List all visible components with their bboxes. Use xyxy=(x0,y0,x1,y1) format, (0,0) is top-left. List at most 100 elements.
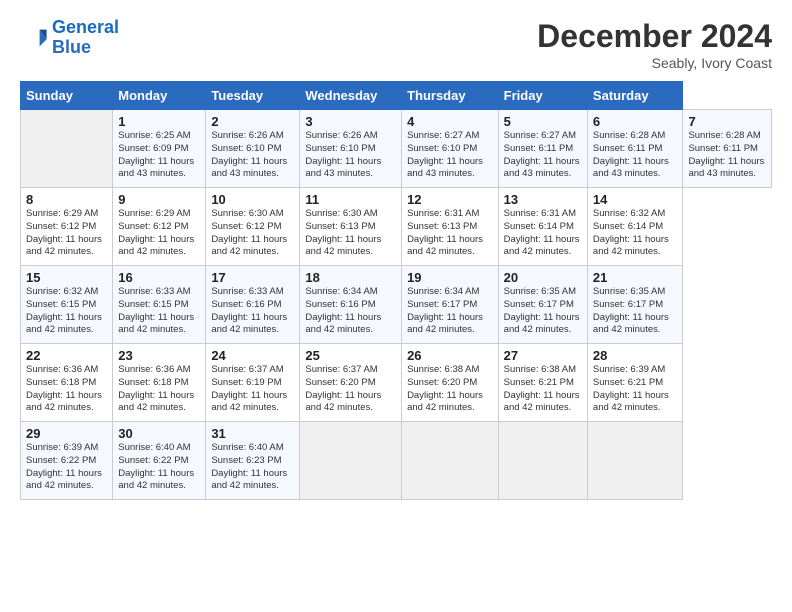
day-info: Sunrise: 6:26 AMSunset: 6:10 PMDaylight:… xyxy=(305,130,381,179)
week-row-1: 1Sunrise: 6:25 AMSunset: 6:09 PMDaylight… xyxy=(21,110,772,188)
calendar-cell xyxy=(498,422,587,500)
logo-icon xyxy=(20,24,48,52)
col-header-wednesday: Wednesday xyxy=(300,82,402,110)
col-header-tuesday: Tuesday xyxy=(206,82,300,110)
calendar-cell: 17Sunrise: 6:33 AMSunset: 6:16 PMDayligh… xyxy=(206,266,300,344)
week-row-2: 8Sunrise: 6:29 AMSunset: 6:12 PMDaylight… xyxy=(21,188,772,266)
calendar-cell: 9Sunrise: 6:29 AMSunset: 6:12 PMDaylight… xyxy=(113,188,206,266)
logo: General Blue xyxy=(20,18,119,58)
calendar-cell: 16Sunrise: 6:33 AMSunset: 6:15 PMDayligh… xyxy=(113,266,206,344)
day-number: 1 xyxy=(118,114,200,129)
col-header-saturday: Saturday xyxy=(587,82,683,110)
day-number: 11 xyxy=(305,192,396,207)
calendar-cell: 13Sunrise: 6:31 AMSunset: 6:14 PMDayligh… xyxy=(498,188,587,266)
day-number: 24 xyxy=(211,348,294,363)
day-info: Sunrise: 6:28 AMSunset: 6:11 PMDaylight:… xyxy=(593,130,669,179)
col-header-sunday: Sunday xyxy=(21,82,113,110)
day-info: Sunrise: 6:26 AMSunset: 6:10 PMDaylight:… xyxy=(211,130,287,179)
calendar-cell: 5Sunrise: 6:27 AMSunset: 6:11 PMDaylight… xyxy=(498,110,587,188)
day-number: 30 xyxy=(118,426,200,441)
day-info: Sunrise: 6:36 AMSunset: 6:18 PMDaylight:… xyxy=(26,364,102,413)
day-number: 4 xyxy=(407,114,493,129)
col-header-monday: Monday xyxy=(113,82,206,110)
day-info: Sunrise: 6:31 AMSunset: 6:14 PMDaylight:… xyxy=(504,208,580,257)
day-info: Sunrise: 6:39 AMSunset: 6:22 PMDaylight:… xyxy=(26,442,102,491)
day-info: Sunrise: 6:34 AMSunset: 6:16 PMDaylight:… xyxy=(305,286,381,335)
calendar-cell: 15Sunrise: 6:32 AMSunset: 6:15 PMDayligh… xyxy=(21,266,113,344)
calendar-cell xyxy=(300,422,402,500)
day-number: 16 xyxy=(118,270,200,285)
header-row: SundayMondayTuesdayWednesdayThursdayFrid… xyxy=(21,82,772,110)
calendar-cell: 18Sunrise: 6:34 AMSunset: 6:16 PMDayligh… xyxy=(300,266,402,344)
day-number: 26 xyxy=(407,348,493,363)
calendar-cell: 20Sunrise: 6:35 AMSunset: 6:17 PMDayligh… xyxy=(498,266,587,344)
day-number: 18 xyxy=(305,270,396,285)
day-info: Sunrise: 6:32 AMSunset: 6:14 PMDaylight:… xyxy=(593,208,669,257)
col-header-friday: Friday xyxy=(498,82,587,110)
calendar-cell: 7Sunrise: 6:28 AMSunset: 6:11 PMDaylight… xyxy=(683,110,772,188)
day-info: Sunrise: 6:37 AMSunset: 6:20 PMDaylight:… xyxy=(305,364,381,413)
week-row-5: 29Sunrise: 6:39 AMSunset: 6:22 PMDayligh… xyxy=(21,422,772,500)
calendar-cell: 3Sunrise: 6:26 AMSunset: 6:10 PMDaylight… xyxy=(300,110,402,188)
calendar-cell: 29Sunrise: 6:39 AMSunset: 6:22 PMDayligh… xyxy=(21,422,113,500)
day-info: Sunrise: 6:38 AMSunset: 6:20 PMDaylight:… xyxy=(407,364,483,413)
day-info: Sunrise: 6:30 AMSunset: 6:13 PMDaylight:… xyxy=(305,208,381,257)
day-info: Sunrise: 6:31 AMSunset: 6:13 PMDaylight:… xyxy=(407,208,483,257)
calendar-cell: 27Sunrise: 6:38 AMSunset: 6:21 PMDayligh… xyxy=(498,344,587,422)
day-number: 6 xyxy=(593,114,678,129)
day-info: Sunrise: 6:29 AMSunset: 6:12 PMDaylight:… xyxy=(118,208,194,257)
day-number: 9 xyxy=(118,192,200,207)
calendar-cell: 24Sunrise: 6:37 AMSunset: 6:19 PMDayligh… xyxy=(206,344,300,422)
calendar-cell: 23Sunrise: 6:36 AMSunset: 6:18 PMDayligh… xyxy=(113,344,206,422)
day-number: 17 xyxy=(211,270,294,285)
day-number: 5 xyxy=(504,114,582,129)
title-block: December 2024 Seably, Ivory Coast xyxy=(537,18,772,71)
calendar-cell: 19Sunrise: 6:34 AMSunset: 6:17 PMDayligh… xyxy=(402,266,499,344)
calendar-cell: 8Sunrise: 6:29 AMSunset: 6:12 PMDaylight… xyxy=(21,188,113,266)
calendar-cell: 25Sunrise: 6:37 AMSunset: 6:20 PMDayligh… xyxy=(300,344,402,422)
day-info: Sunrise: 6:30 AMSunset: 6:12 PMDaylight:… xyxy=(211,208,287,257)
calendar-cell xyxy=(587,422,683,500)
calendar-cell: 10Sunrise: 6:30 AMSunset: 6:12 PMDayligh… xyxy=(206,188,300,266)
calendar-cell: 4Sunrise: 6:27 AMSunset: 6:10 PMDaylight… xyxy=(402,110,499,188)
day-number: 23 xyxy=(118,348,200,363)
day-info: Sunrise: 6:25 AMSunset: 6:09 PMDaylight:… xyxy=(118,130,194,179)
calendar-cell: 26Sunrise: 6:38 AMSunset: 6:20 PMDayligh… xyxy=(402,344,499,422)
day-info: Sunrise: 6:39 AMSunset: 6:21 PMDaylight:… xyxy=(593,364,669,413)
day-number: 3 xyxy=(305,114,396,129)
day-info: Sunrise: 6:34 AMSunset: 6:17 PMDaylight:… xyxy=(407,286,483,335)
day-number: 10 xyxy=(211,192,294,207)
calendar-cell: 1Sunrise: 6:25 AMSunset: 6:09 PMDaylight… xyxy=(113,110,206,188)
day-number: 28 xyxy=(593,348,678,363)
day-info: Sunrise: 6:28 AMSunset: 6:11 PMDaylight:… xyxy=(688,130,764,179)
calendar-cell: 31Sunrise: 6:40 AMSunset: 6:23 PMDayligh… xyxy=(206,422,300,500)
day-number: 21 xyxy=(593,270,678,285)
day-number: 13 xyxy=(504,192,582,207)
col-header-thursday: Thursday xyxy=(402,82,499,110)
logo-line1: General xyxy=(52,17,119,37)
calendar-cell: 2Sunrise: 6:26 AMSunset: 6:10 PMDaylight… xyxy=(206,110,300,188)
day-number: 2 xyxy=(211,114,294,129)
header: General Blue December 2024 Seably, Ivory… xyxy=(20,18,772,71)
day-info: Sunrise: 6:40 AMSunset: 6:23 PMDaylight:… xyxy=(211,442,287,491)
calendar-cell: 6Sunrise: 6:28 AMSunset: 6:11 PMDaylight… xyxy=(587,110,683,188)
calendar-table: SundayMondayTuesdayWednesdayThursdayFrid… xyxy=(20,81,772,500)
day-number: 14 xyxy=(593,192,678,207)
calendar-cell: 14Sunrise: 6:32 AMSunset: 6:14 PMDayligh… xyxy=(587,188,683,266)
day-info: Sunrise: 6:33 AMSunset: 6:16 PMDaylight:… xyxy=(211,286,287,335)
day-info: Sunrise: 6:40 AMSunset: 6:22 PMDaylight:… xyxy=(118,442,194,491)
day-number: 8 xyxy=(26,192,107,207)
day-info: Sunrise: 6:36 AMSunset: 6:18 PMDaylight:… xyxy=(118,364,194,413)
day-info: Sunrise: 6:29 AMSunset: 6:12 PMDaylight:… xyxy=(26,208,102,257)
day-info: Sunrise: 6:27 AMSunset: 6:11 PMDaylight:… xyxy=(504,130,580,179)
day-info: Sunrise: 6:38 AMSunset: 6:21 PMDaylight:… xyxy=(504,364,580,413)
week-row-3: 15Sunrise: 6:32 AMSunset: 6:15 PMDayligh… xyxy=(21,266,772,344)
day-number: 20 xyxy=(504,270,582,285)
week-row-4: 22Sunrise: 6:36 AMSunset: 6:18 PMDayligh… xyxy=(21,344,772,422)
day-number: 31 xyxy=(211,426,294,441)
calendar-cell: 28Sunrise: 6:39 AMSunset: 6:21 PMDayligh… xyxy=(587,344,683,422)
calendar-cell: 21Sunrise: 6:35 AMSunset: 6:17 PMDayligh… xyxy=(587,266,683,344)
logo-line2: Blue xyxy=(52,37,91,57)
calendar-cell: 12Sunrise: 6:31 AMSunset: 6:13 PMDayligh… xyxy=(402,188,499,266)
month-title: December 2024 xyxy=(537,18,772,55)
